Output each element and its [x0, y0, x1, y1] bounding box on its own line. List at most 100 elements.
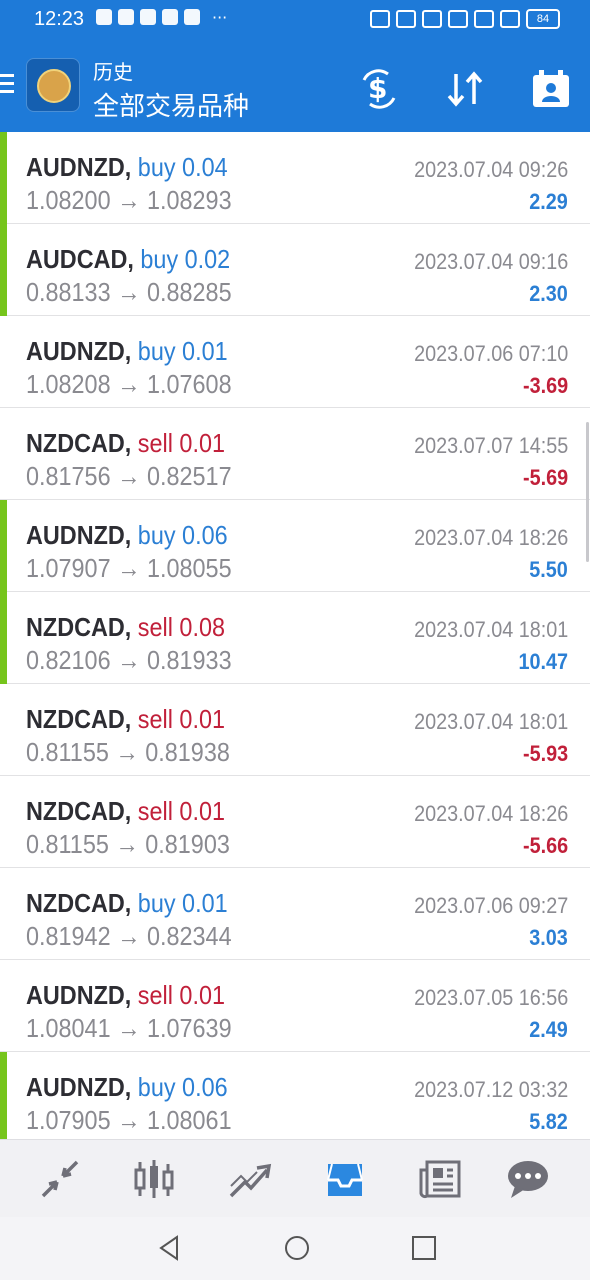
back-icon[interactable]: [155, 1233, 185, 1263]
trade-datetime: 2023.07.05 16:56: [413, 985, 568, 1010]
bottom-navigation: [0, 1139, 590, 1218]
svg-text:$: $: [368, 72, 387, 105]
trade-symbol: AUDNZD,: [26, 520, 132, 550]
nfc-icon: [396, 10, 416, 28]
trade-symbol: AUDNZD,: [26, 336, 132, 366]
trade-profit: 2.29: [529, 189, 568, 214]
trade-row[interactable]: NZDCAD, sell 0.01 0.81155 → 0.81938 2023.0…: [0, 684, 590, 776]
open-price: 0.81756: [26, 461, 111, 491]
trade-symbol-line: NZDCAD, sell 0.08: [26, 612, 225, 643]
trade-row[interactable]: NZDCAD, sell 0.01 0.81155 → 0.81903 2023.0…: [0, 776, 590, 868]
trade-symbol-line: AUDNZD, buy 0.06: [26, 520, 228, 551]
trade-profit: 5.82: [529, 1109, 568, 1134]
close-price: 0.88285: [146, 277, 232, 307]
trade-symbol-line: NZDCAD, sell 0.01: [26, 796, 225, 827]
scrollbar[interactable]: [586, 422, 589, 562]
chat-icon[interactable]: [505, 1156, 551, 1202]
trade-datetime: 2023.07.04 18:01: [413, 617, 568, 642]
trade-prices: 0.82106 → 0.81933: [26, 645, 232, 676]
signal-icon: [500, 10, 520, 28]
trade-side: buy: [137, 152, 176, 182]
trade-symbol-line: AUDNZD, sell 0.01: [26, 980, 225, 1011]
trade-lots: 0.01: [179, 796, 225, 826]
sort-icon[interactable]: [444, 68, 486, 110]
close-price: 0.82517: [146, 461, 232, 491]
trade-prices: 0.81756 → 0.82517: [26, 461, 232, 492]
trade-datetime: 2023.07.04 18:26: [413, 525, 568, 550]
trade-row[interactable]: NZDCAD, sell 0.01 0.81756 → 0.82517 2023.0…: [0, 408, 590, 500]
history-icon[interactable]: [322, 1156, 368, 1202]
close-price: 1.08293: [146, 185, 232, 215]
trade-side: buy: [137, 1072, 176, 1102]
trade-icon[interactable]: [227, 1156, 273, 1202]
recents-icon[interactable]: [409, 1233, 439, 1263]
trade-profit: 3.03: [529, 925, 568, 950]
app-icon: [184, 9, 200, 25]
close-price: 0.81938: [145, 737, 230, 767]
trade-row[interactable]: AUDNZD, buy 0.06 1.07905 → 1.08061 2023.07…: [0, 1052, 590, 1139]
video-icon: [96, 9, 112, 25]
open-price: 0.81942: [26, 921, 111, 951]
system-icons: 84: [370, 9, 560, 29]
trade-profit: -3.69: [522, 373, 568, 398]
close-price: 0.82344: [146, 921, 232, 951]
trade-datetime: 2023.07.07 14:55: [413, 433, 568, 458]
open-price: 1.08208: [26, 369, 111, 399]
news-icon[interactable]: [417, 1156, 463, 1202]
trade-profit: -5.66: [522, 833, 568, 858]
symbol-filter[interactable]: 全部交易品种: [93, 86, 249, 123]
arrow-right-icon: →: [110, 369, 147, 399]
trade-side: buy: [137, 336, 176, 366]
arrow-right-icon: →: [110, 461, 147, 491]
app-icon: [162, 9, 178, 25]
trade-lots: 0.01: [179, 980, 225, 1010]
dollar-sync-icon[interactable]: $: [358, 68, 400, 110]
trade-lots: 0.06: [182, 520, 228, 550]
trade-prices: 1.08208 → 1.07608: [26, 369, 232, 400]
trade-row[interactable]: NZDCAD, sell 0.08 0.82106 → 0.81933 2023.0…: [0, 592, 590, 684]
close-price: 0.81933: [146, 645, 232, 675]
trade-prices: 0.81155 → 0.81903: [26, 829, 230, 860]
trade-symbol-line: NZDCAD, sell 0.01: [26, 704, 225, 735]
trade-side: sell: [137, 612, 173, 642]
trade-lots: 0.06: [182, 1072, 228, 1102]
trade-row[interactable]: AUDNZD, sell 0.01 1.08041 → 1.07639 2023.0…: [0, 960, 590, 1052]
trade-symbol-line: NZDCAD, sell 0.01: [26, 428, 225, 459]
menu-icon[interactable]: [0, 74, 14, 98]
open-price: 0.81155: [26, 829, 109, 859]
quotes-icon[interactable]: [37, 1156, 83, 1202]
trade-datetime: 2023.07.06 07:10: [413, 341, 568, 366]
chart-icon[interactable]: [131, 1156, 177, 1202]
trade-row[interactable]: AUDNZD, buy 0.06 1.07907 → 1.08055 2023.07…: [0, 500, 590, 592]
trade-symbol-line: AUDNZD, buy 0.06: [26, 1072, 228, 1103]
trade-prices: 1.08200 → 1.08293: [26, 185, 232, 216]
trade-datetime: 2023.07.06 09:27: [413, 893, 568, 918]
trade-row[interactable]: AUDCAD, buy 0.02 0.88133 → 0.88285 2023.07…: [0, 224, 590, 316]
arrow-right-icon: →: [108, 737, 146, 767]
trade-row[interactable]: AUDNZD, buy 0.04 1.08200 → 1.08293 2023.07…: [0, 132, 590, 224]
home-icon[interactable]: [282, 1233, 312, 1263]
trade-prices: 0.81942 → 0.82344: [26, 921, 232, 952]
trade-profit: 2.49: [529, 1017, 568, 1042]
trade-profit: 5.50: [529, 557, 568, 582]
arrow-right-icon: →: [108, 829, 146, 859]
open-price: 1.07905: [26, 1105, 111, 1135]
close-price: 1.07608: [146, 369, 232, 399]
trade-prices: 1.07907 → 1.08055: [26, 553, 232, 584]
calendar-icon[interactable]: [530, 68, 572, 110]
arrow-right-icon: →: [110, 645, 147, 675]
arrow-right-icon: →: [110, 277, 147, 307]
open-price: 0.81155: [26, 737, 109, 767]
open-price: 1.08200: [26, 185, 111, 215]
trade-symbol: AUDNZD,: [26, 152, 132, 182]
trade-side: sell: [137, 796, 173, 826]
trade-row[interactable]: NZDCAD, buy 0.01 0.81942 → 0.82344 2023.07…: [0, 868, 590, 960]
trade-history-list[interactable]: AUDNZD, buy 0.04 1.08200 → 1.08293 2023.07…: [0, 132, 590, 1139]
close-price: 1.08055: [146, 553, 232, 583]
app-logo: [26, 58, 80, 112]
signal-icon: [474, 10, 494, 28]
trade-symbol: NZDCAD,: [26, 704, 132, 734]
trade-row[interactable]: AUDNZD, buy 0.01 1.08208 → 1.07608 2023.07…: [0, 316, 590, 408]
close-price: 0.81903: [145, 829, 230, 859]
trade-symbol: NZDCAD,: [26, 428, 132, 458]
